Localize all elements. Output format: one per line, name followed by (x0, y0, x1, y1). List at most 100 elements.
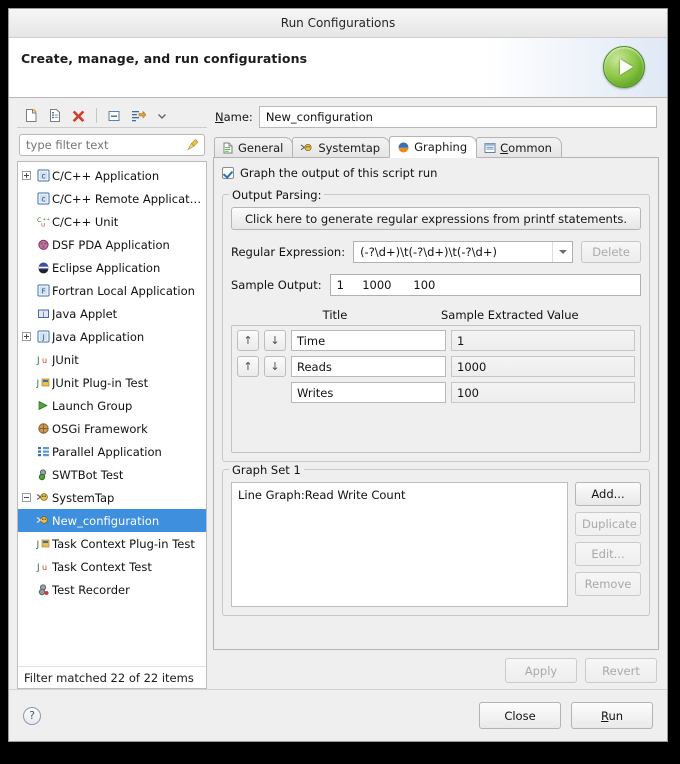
tree-item-label: Task Context Test (52, 559, 152, 574)
tree-item-java-application[interactable]: J Java Application (18, 325, 206, 348)
launch-config-tree-panel: c C/C++ Application c C/C++ Remote Appli… (17, 104, 207, 689)
collapse-all-icon[interactable] (104, 106, 124, 126)
junit-icon: Ju (34, 353, 52, 366)
sample-output-label: Sample Output: (231, 278, 322, 292)
chevron-down-icon[interactable] (552, 242, 573, 262)
tree-item-parallel-application[interactable]: Parallel Application (18, 440, 206, 463)
regex-row: Regular Expression: (-?\d+)\t(-?\d+)\t(-… (231, 241, 641, 263)
move-up-button[interactable]: ↑ (237, 356, 259, 377)
move-down-placeholder (264, 382, 286, 403)
graph-output-checkbox-row[interactable]: Graph the output of this script run (222, 166, 650, 180)
tree-item-junit[interactable]: Ju JUnit (18, 348, 206, 371)
tree-item-label: New_configuration (52, 513, 160, 528)
tree-item-junit-plug-in-test[interactable]: J JUnit Plug-in Test (18, 371, 206, 394)
delete-regex-button[interactable]: Delete (581, 241, 641, 263)
tree-item-osgi-framework[interactable]: OSGi Framework (18, 417, 206, 440)
series-sample-value: 100 (451, 382, 635, 403)
tab-bar: General Systemtap Graphing Common (213, 136, 659, 158)
twisty-expand[interactable] (18, 332, 34, 341)
tree-item-label: Eclipse Application (52, 260, 161, 275)
banner-headline: Create, manage, and run configurations (21, 51, 308, 66)
table-row: Writes 100 (237, 382, 635, 403)
run-button[interactable]: Run (571, 702, 653, 729)
graph-set-buttons: Add... Duplicate Edit... Remove (575, 482, 641, 607)
junit-plugin-icon: J (34, 537, 52, 550)
launch-group-icon (34, 399, 52, 412)
move-up-button[interactable]: ↑ (237, 330, 259, 351)
tree-item-new-configuration[interactable]: New_configuration (18, 509, 206, 532)
tree-item-java-applet[interactable]: J Java Applet (18, 302, 206, 325)
test-recorder-icon (34, 583, 52, 596)
config-name-row: Name: (213, 104, 659, 136)
series-title-input[interactable]: Time (291, 330, 446, 351)
add-graph-button[interactable]: Add... (575, 482, 641, 506)
tree-item-label: Java Application (52, 329, 145, 344)
chevron-down-icon[interactable] (152, 106, 172, 126)
common-icon (484, 142, 496, 154)
tree-item-eclipse-application[interactable]: Eclipse Application (18, 256, 206, 279)
tree-item-swtbot-test[interactable]: SWTBot Test (18, 463, 206, 486)
close-button[interactable]: Close (479, 702, 561, 729)
svg-text:u: u (42, 563, 47, 572)
question-mark-icon[interactable]: ? (23, 706, 41, 725)
series-title-input[interactable]: Reads (291, 356, 446, 377)
run-play-icon (603, 46, 645, 88)
tree-item-label: Java Applet (52, 306, 118, 321)
tree-item-dsf-pda-application[interactable]: DSF PDA Application (18, 233, 206, 256)
tab-general[interactable]: General (214, 137, 294, 157)
series-table: ↑ ↓ Time 1 ↑ ↓ Reads 1000 Writes 100 (231, 325, 641, 453)
tree-item-test-recorder[interactable]: Test Recorder (18, 578, 206, 601)
tree-item-fortran-local-application[interactable]: F Fortran Local Application (18, 279, 206, 302)
graph-list[interactable]: Line Graph:Read Write Count (231, 482, 568, 607)
tab-graphing[interactable]: Graphing (389, 136, 478, 158)
tree-item-label: OSGi Framework (52, 421, 148, 436)
swtbot-icon (34, 468, 52, 481)
dialog-title-bar: Run Configurations (9, 9, 667, 38)
tree-item-systemtap[interactable]: SystemTap (18, 486, 206, 509)
tree-item-task-context-plug-in-test[interactable]: J Task Context Plug-in Test (18, 532, 206, 555)
red-x-icon[interactable] (69, 106, 89, 126)
copy-file-icon[interactable] (45, 106, 65, 126)
series-title-input[interactable]: Writes (291, 382, 446, 403)
move-down-button[interactable]: ↓ (264, 356, 286, 377)
tree-item-label: Parallel Application (52, 444, 162, 459)
tab-common[interactable]: Common (476, 137, 562, 157)
tab-systemtap[interactable]: Systemtap (292, 137, 391, 157)
c-app-icon: c (34, 192, 52, 205)
document-icon (222, 142, 234, 154)
new-file-icon[interactable] (21, 106, 41, 126)
generate-regex-button[interactable]: Click here to generate regular expressio… (231, 207, 641, 230)
search-input[interactable] (19, 134, 205, 156)
svg-text:u: u (41, 221, 45, 229)
config-name-input[interactable] (258, 106, 657, 128)
series-sample-value: 1000 (451, 356, 635, 377)
table-row: ↑ ↓ Time 1 (237, 330, 635, 351)
sample-output-row: Sample Output: 1 1000 100 (231, 274, 641, 296)
java-app-icon: J (34, 330, 52, 343)
tree-item-task-context-test[interactable]: Ju Task Context Test (18, 555, 206, 578)
list-item[interactable]: Line Graph:Read Write Count (232, 487, 567, 503)
junit-plugin-icon: J (34, 376, 52, 389)
tree-item-c-cpp-remote-application[interactable]: c C/C++ Remote Application (18, 187, 206, 210)
regex-value: (-?\d+)\t(-?\d+)\t(-?\d+) (360, 245, 497, 259)
twisty-expand[interactable] (18, 171, 34, 180)
revert-button: Revert (585, 658, 657, 683)
eclipse-icon (34, 261, 52, 274)
move-down-button[interactable]: ↓ (264, 330, 286, 351)
tree-item-c-cpp-application[interactable]: c C/C++ Application (18, 164, 206, 187)
launch-configuration-tree[interactable]: c C/C++ Application c C/C++ Remote Appli… (17, 161, 207, 689)
tree-item-launch-group[interactable]: Launch Group (18, 394, 206, 417)
move-up-placeholder (237, 382, 259, 403)
svg-text:F: F (41, 287, 45, 295)
tree-item-c-cpp-unit[interactable]: C ++ u C/C++ Unit (18, 210, 206, 233)
tree-item-label: SWTBot Test (52, 467, 124, 482)
regex-combo[interactable]: (-?\d+)\t(-?\d+)\t(-?\d+) (353, 241, 574, 263)
output-parsing-legend: Output Parsing: (229, 188, 325, 202)
broom-icon[interactable] (186, 138, 200, 152)
filter-arrow-icon[interactable] (128, 106, 148, 126)
twisty-collapse[interactable] (18, 493, 34, 502)
cpp-unit-icon: C ++ u (34, 215, 52, 228)
graph-output-checkbox[interactable] (222, 167, 234, 179)
java-applet-icon: J (34, 307, 52, 320)
svg-text:c: c (41, 194, 45, 203)
